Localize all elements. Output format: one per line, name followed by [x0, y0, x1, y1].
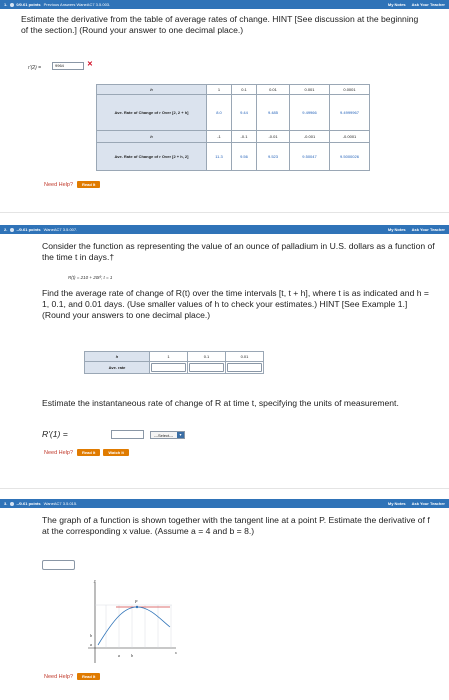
q1-need-help-label: Need Help?: [44, 181, 74, 188]
q1-h-cell: 0.0001: [329, 84, 370, 95]
q1-header: 1. 0/0.61 points Previous Answers WaneAC…: [0, 0, 449, 9]
q3-points: –/0.61 points: [16, 501, 41, 506]
q1-answer-input[interactable]: 9964: [52, 62, 84, 70]
q1-source: Previous Answers WaneAC7 3.5.003.: [43, 2, 111, 7]
q3-status-icon: [10, 501, 15, 506]
graph-p-label: P: [134, 599, 138, 604]
q2-points: –/0.61 points: [16, 227, 41, 232]
q2-question-text: Consider the function as representing th…: [42, 241, 435, 262]
q2-my-notes-button[interactable]: My Notes: [388, 227, 406, 232]
divider: [0, 212, 449, 213]
q2-rate-table: h 1 0.1 0.01 Ave. rate: [84, 351, 264, 374]
q1-row4-head: Ave. Rate of Change of r Over [2 + h, 2]: [96, 142, 207, 171]
q1-rate-cell: 9.5000026: [329, 142, 370, 171]
q3-source: WaneAC7 3.5.015.: [43, 501, 78, 506]
q2-estimate-text: Estimate the instantaneous rate of chang…: [42, 398, 399, 408]
q3-my-notes-button[interactable]: My Notes: [388, 501, 406, 506]
q2-header: 2. –/0.61 points WaneAC7 3.5.007. My Not…: [0, 225, 449, 234]
q2-derivative-label: R'(1) =: [42, 429, 68, 439]
q1-row1-head: h: [96, 84, 207, 95]
graph-a-ytick: a: [90, 642, 92, 647]
q2-h-head: h: [84, 351, 150, 362]
q2-ask-teacher-button[interactable]: Ask Your Teacher: [412, 227, 445, 232]
q2-h-cell: 1: [149, 351, 188, 362]
q1-rate-cell: 9.50047: [289, 142, 330, 171]
q3-header: 3. –/0.61 points WaneAC7 3.5.015. My Not…: [0, 499, 449, 508]
q2-units-select-value: ---Select---: [154, 432, 174, 438]
q1-neg-h-cell: -1: [206, 130, 232, 143]
q2-units-select[interactable]: ---Select--- ▾: [150, 431, 185, 439]
q1-row3-head: h: [96, 130, 207, 143]
q1-neg-h-cell: -0.001: [289, 130, 330, 143]
q1-rate-cell: 9.485: [256, 94, 290, 131]
q1-points: 0/0.61 points: [16, 2, 41, 7]
divider: [0, 488, 449, 489]
chevron-down-icon: ▾: [177, 432, 184, 438]
q2-formula: R(t) = 210 + 20t³; t = 1: [68, 275, 113, 280]
point-p: [135, 605, 139, 609]
q2-rate-head: Ave. rate: [84, 361, 150, 374]
graph-x-label: x: [174, 650, 177, 655]
q1-rate-cell: 9.523: [256, 142, 290, 171]
q1-rate-cell: 9.49966: [289, 94, 330, 131]
q1-neg-h-cell: -0.0001: [329, 130, 370, 143]
q1-need-help: Need Help? Read It: [44, 181, 101, 188]
q1-neg-h-cell: -0.01: [256, 130, 290, 143]
q1-status-icon: [10, 2, 15, 7]
q2-watch-it-button[interactable]: Watch It: [103, 449, 129, 456]
q1-rate-table: h 1 0.1 0.01 0.001 0.0001 Ave. Rate of C…: [96, 84, 370, 171]
q1-row2-head: Ave. Rate of Change of r Over [2, 2 + h]: [96, 94, 207, 131]
q2-number: 2.: [4, 227, 8, 232]
q1-rate-cell: 11.3: [206, 142, 232, 171]
q2-need-help-label: Need Help?: [44, 449, 74, 456]
q1-h-cell: 0.01: [256, 84, 290, 95]
q1-h-cell: 0.1: [231, 84, 257, 95]
q1-read-it-button[interactable]: Read It: [77, 181, 101, 188]
q1-neg-h-cell: -0.1: [231, 130, 257, 143]
q2-h-cell: 0.01: [225, 351, 264, 362]
q1-rate-cell: 8.0: [206, 94, 232, 131]
q2-instructions-text: Find the average rate of change of R(t) …: [42, 288, 429, 320]
function-curve: [97, 606, 171, 646]
q1-rate-cell: 9.56: [231, 142, 257, 171]
q1-ask-teacher-button[interactable]: Ask Your Teacher: [412, 2, 445, 7]
q3-question-text: The graph of a function is shown togethe…: [42, 515, 430, 536]
q1-rate-cell: 9.4999967: [329, 94, 370, 131]
q2-need-help: Need Help? Read It Watch It: [44, 449, 129, 456]
q2-read-it-button[interactable]: Read It: [77, 449, 101, 456]
q1-h-cell: 0.001: [289, 84, 330, 95]
graph-y-label: y: [93, 578, 96, 583]
q2-status-icon: [10, 227, 15, 232]
q2-rate-input-1[interactable]: [151, 363, 186, 372]
q3-number: 3.: [4, 501, 8, 506]
q2-rate-input-2[interactable]: [189, 363, 224, 372]
q3-need-help: Need Help? Read It: [44, 673, 101, 680]
q2-rate-input-3[interactable]: [227, 363, 262, 372]
q2-h-cell: 0.1: [187, 351, 226, 362]
graph-grid: [95, 604, 172, 648]
graph-a-tick: a: [118, 653, 120, 658]
q3-read-it-button[interactable]: Read It: [77, 673, 101, 680]
q3-ask-teacher-button[interactable]: Ask Your Teacher: [412, 501, 445, 506]
q3-graph: y x P a b b a: [88, 578, 177, 663]
q1-incorrect-icon: ✕: [87, 61, 93, 68]
q1-question-text: Estimate the derivative from the table o…: [21, 14, 419, 35]
graph-b-ytick: b: [90, 633, 92, 638]
q3-need-help-label: Need Help?: [44, 673, 74, 680]
q1-number: 1.: [4, 2, 8, 7]
q2-source: WaneAC7 3.5.007.: [43, 227, 78, 232]
q1-my-notes-button[interactable]: My Notes: [388, 2, 406, 7]
q3-answer-input[interactable]: [42, 560, 75, 570]
q1-answer-label: r'(2) =: [28, 65, 42, 71]
graph-b-tick: b: [131, 653, 133, 658]
q1-h-cell: 1: [206, 84, 232, 95]
q1-rate-cell: 9.44: [231, 94, 257, 131]
q2-derivative-input[interactable]: [111, 430, 144, 439]
